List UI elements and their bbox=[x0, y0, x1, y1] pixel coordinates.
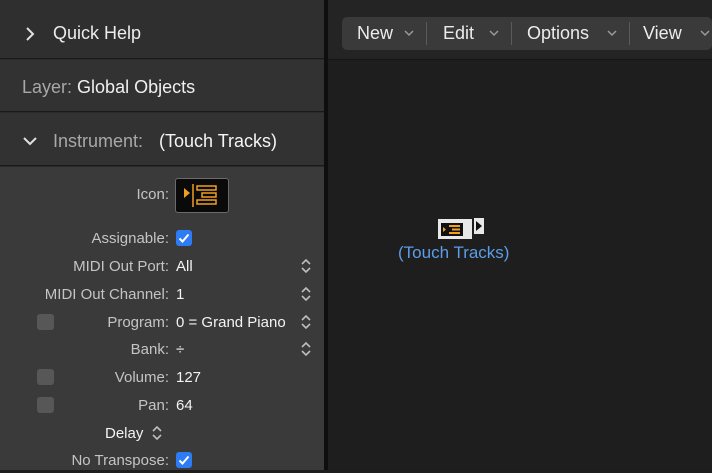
volume-value[interactable]: 127 bbox=[176, 369, 201, 386]
layer-label: Layer: bbox=[22, 77, 73, 97]
pan-value[interactable]: 64 bbox=[176, 397, 193, 414]
object-name-label[interactable]: (Touch Tracks) bbox=[398, 243, 509, 263]
program-stepper[interactable] bbox=[300, 313, 312, 331]
touch-tracks-object[interactable] bbox=[438, 219, 472, 239]
chevron-down-icon bbox=[700, 30, 710, 37]
midi-out-port-label: MIDI Out Port: bbox=[73, 258, 169, 275]
touch-tracks-object-icon bbox=[441, 223, 463, 236]
bank-label: Bank: bbox=[130, 341, 169, 358]
options-menu-label: Options bbox=[527, 23, 590, 43]
instrument-label: Instrument: bbox=[53, 131, 144, 151]
output-port-icon[interactable] bbox=[474, 218, 484, 234]
edit-menu-label: Edit bbox=[443, 23, 475, 43]
new-menu-label: New bbox=[357, 23, 394, 43]
environment-menubar: New Edit Options View bbox=[328, 0, 712, 60]
midi-out-channel-value[interactable]: 1 bbox=[176, 286, 184, 303]
delay-stepper[interactable] bbox=[151, 424, 163, 442]
midi-out-port-stepper[interactable] bbox=[300, 257, 312, 275]
checkmark-icon bbox=[178, 233, 190, 243]
chevron-right-icon[interactable] bbox=[21, 25, 39, 43]
checkmark-icon bbox=[178, 455, 190, 465]
options-menu[interactable]: Options bbox=[512, 17, 629, 50]
quick-help-header[interactable] bbox=[0, 0, 324, 59]
layer-line: Layer: Global Objects bbox=[22, 77, 195, 98]
bank-stepper[interactable] bbox=[300, 340, 312, 358]
volume-checkbox[interactable] bbox=[37, 369, 54, 385]
instrument-name[interactable]: (Touch Tracks) bbox=[159, 131, 277, 152]
midi-out-port-value[interactable]: All bbox=[176, 258, 193, 275]
pan-label: Pan: bbox=[138, 397, 169, 414]
layer-value[interactable]: Global Objects bbox=[77, 77, 195, 97]
midi-out-channel-stepper[interactable] bbox=[300, 285, 312, 303]
program-value[interactable]: 0 = Grand Piano bbox=[176, 314, 286, 331]
new-menu[interactable]: New bbox=[342, 17, 426, 50]
quick-help-title[interactable]: Quick Help bbox=[53, 23, 141, 44]
view-menu-label: View bbox=[643, 23, 682, 43]
view-menu[interactable]: View bbox=[630, 17, 712, 50]
pan-checkbox[interactable] bbox=[37, 397, 54, 413]
chevron-down-icon[interactable] bbox=[21, 132, 39, 150]
chevron-down-icon bbox=[607, 30, 617, 37]
chevron-down-icon bbox=[489, 30, 499, 37]
chevron-down-icon bbox=[404, 30, 414, 37]
environment-canvas[interactable] bbox=[328, 0, 712, 470]
midi-out-channel-label: MIDI Out Channel: bbox=[44, 286, 169, 303]
no-transpose-label: No Transpose: bbox=[71, 452, 169, 469]
bank-value[interactable]: ÷ bbox=[176, 341, 184, 358]
instrument-icon-picker[interactable] bbox=[175, 178, 229, 213]
assignable-label: Assignable: bbox=[91, 230, 169, 247]
delay-label[interactable]: Delay bbox=[105, 425, 143, 442]
volume-label: Volume: bbox=[114, 369, 169, 386]
assignable-checkbox[interactable] bbox=[176, 230, 192, 246]
program-checkbox[interactable] bbox=[37, 314, 54, 330]
program-label: Program: bbox=[107, 314, 169, 331]
touch-tracks-icon bbox=[184, 184, 217, 207]
icon-label: Icon: bbox=[136, 186, 169, 203]
edit-menu[interactable]: Edit bbox=[427, 17, 511, 50]
no-transpose-checkbox[interactable] bbox=[176, 452, 192, 468]
inspector-panel: Quick Help Layer: Global Objects Instrum… bbox=[0, 0, 324, 470]
